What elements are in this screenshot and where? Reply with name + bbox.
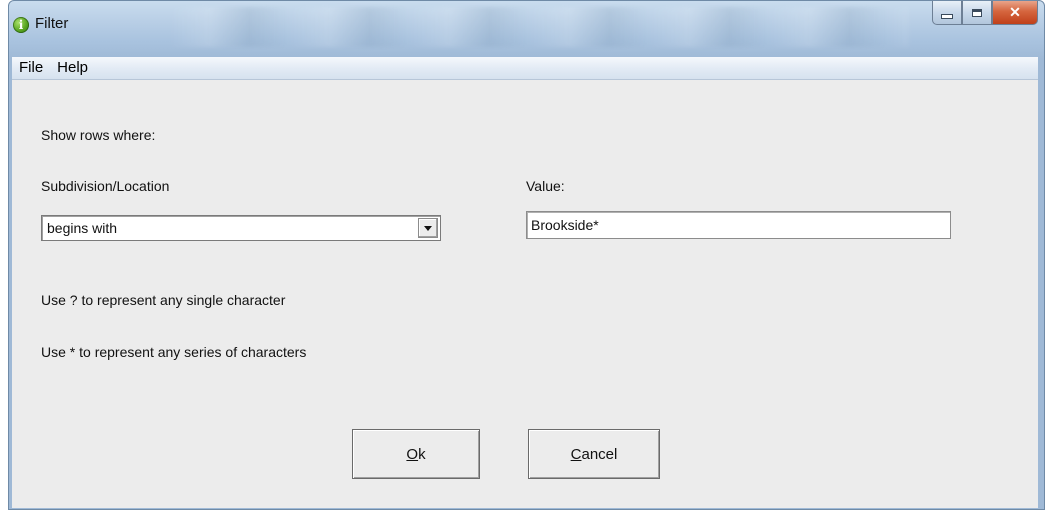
title-bar-background — [169, 7, 909, 47]
window-controls: ✕ — [932, 1, 1038, 27]
menu-help[interactable]: Help — [50, 57, 95, 79]
close-icon: ✕ — [1009, 4, 1021, 20]
dialog-body: Show rows where: Subdivision/Location Va… — [12, 80, 1038, 508]
minimize-button[interactable] — [932, 1, 962, 25]
window-bottom-border — [9, 508, 1044, 509]
window-title: Filter — [35, 15, 69, 32]
ok-accelerator: O — [406, 445, 419, 463]
hint-single-character: Use ? to represent any single character — [41, 292, 286, 308]
operator-selected-value: begins with — [47, 220, 118, 236]
ok-button[interactable]: Ok — [352, 429, 480, 479]
filter-dialog-window: i Filter ✕ File Help Show rows where: Su… — [8, 0, 1045, 510]
minimize-icon — [941, 14, 953, 19]
close-button[interactable]: ✕ — [992, 1, 1038, 25]
ok-label-rest: k — [418, 445, 426, 463]
value-label: Value: — [526, 178, 565, 194]
info-icon[interactable]: i — [13, 17, 29, 33]
chevron-down-icon — [424, 225, 432, 231]
cancel-label-rest: ancel — [581, 445, 618, 463]
maximize-button[interactable] — [962, 1, 992, 25]
value-input[interactable] — [526, 211, 951, 239]
instruction-label: Show rows where: — [41, 127, 156, 143]
operator-dropdown[interactable]: begins with — [41, 215, 441, 241]
menu-file[interactable]: File — [12, 57, 50, 79]
hint-series-characters: Use * to represent any series of charact… — [41, 344, 307, 360]
cancel-button[interactable]: Cancel — [528, 429, 660, 479]
dropdown-button[interactable] — [418, 218, 438, 238]
field-label: Subdivision/Location — [41, 178, 170, 194]
menu-bar: File Help — [12, 57, 1038, 80]
title-bar[interactable]: i Filter ✕ — [9, 1, 1044, 57]
maximize-icon — [972, 8, 982, 17]
cancel-accelerator: C — [570, 445, 582, 463]
